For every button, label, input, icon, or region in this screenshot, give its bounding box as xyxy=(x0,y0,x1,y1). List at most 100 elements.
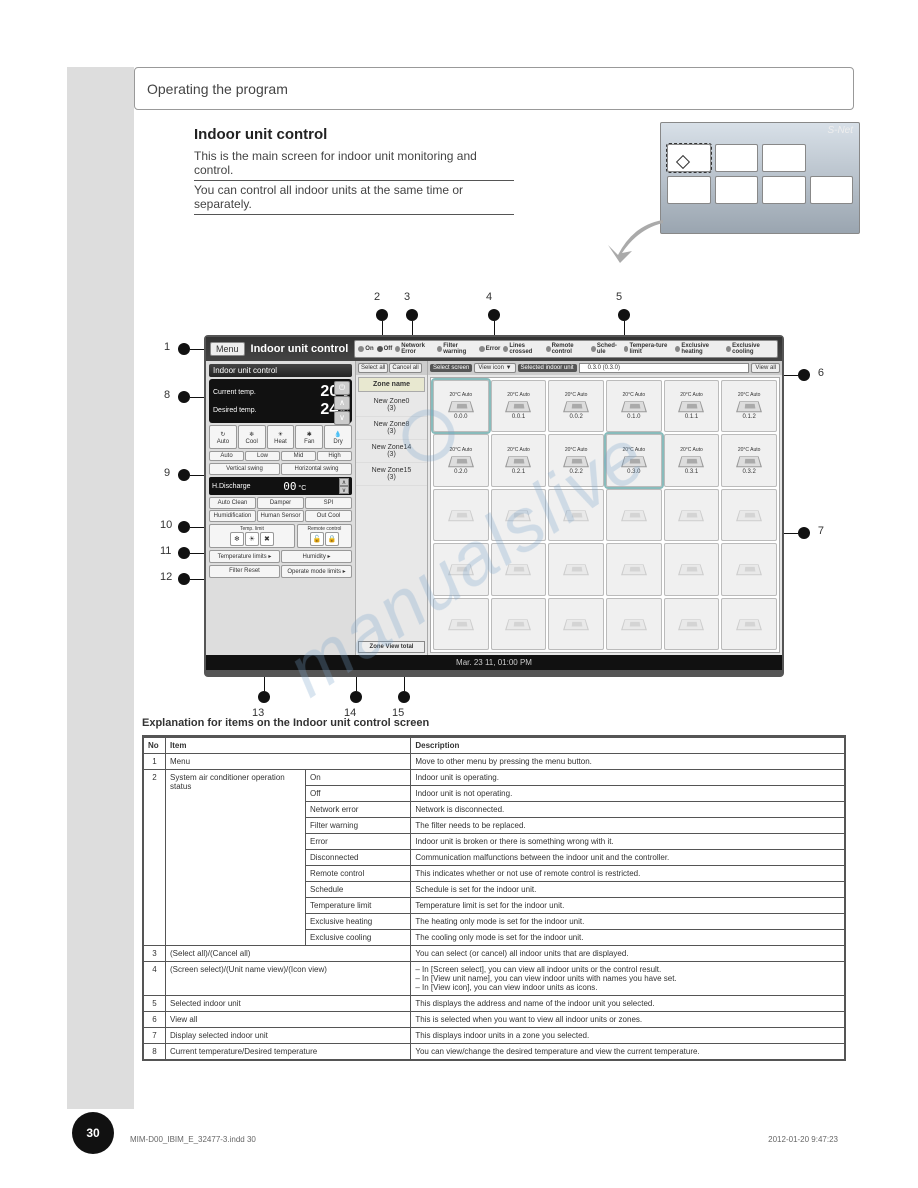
zone-item[interactable]: New Zone8(3) xyxy=(356,417,427,440)
callout-8: 8 xyxy=(164,389,170,401)
callout-7: 7 xyxy=(818,525,824,537)
indoor-unit-tile xyxy=(721,543,777,595)
menu-button[interactable]: Menu xyxy=(210,342,245,356)
temp-limit-icon[interactable]: ✖ xyxy=(260,532,274,546)
vertical-swing-button[interactable]: Vertical swing xyxy=(209,463,280,475)
filter-reset-button[interactable]: Filter Reset xyxy=(209,565,280,578)
fan-mid-button[interactable]: Mid xyxy=(281,451,316,461)
auto-clean-button[interactable]: Auto Clean xyxy=(209,497,256,509)
cancel-all-button[interactable]: Cancel all xyxy=(389,363,421,373)
indoor-unit-tile[interactable]: 20°C Auto0.1.0 xyxy=(606,380,662,432)
status-legend: On Off Network Error Filter warning Erro… xyxy=(354,340,778,358)
indoor-unit-tile[interactable]: 20°C Auto0.3.1 xyxy=(664,434,720,486)
temp-limit-icon[interactable]: ☀ xyxy=(245,532,259,546)
humidity-link[interactable]: Humidity ▸ xyxy=(281,550,352,563)
section-intro-2: You can control all indoor units at the … xyxy=(194,183,514,215)
hd-up-button[interactable]: ∧ xyxy=(339,478,349,486)
control-panel: Indoor unit control ⏻ ∧ ∨ Current temp.2… xyxy=(206,361,356,655)
mode-auto-button[interactable]: ↻Auto xyxy=(209,425,237,449)
mode-dry-button[interactable]: 💧Dry xyxy=(324,425,352,449)
ui-screenshot: Menu Indoor unit control On Off Network … xyxy=(204,335,784,677)
rc-disable-button[interactable]: 🔒 xyxy=(325,532,339,546)
indoor-unit-tile[interactable]: 20°C Auto0.1.1 xyxy=(664,380,720,432)
rc-enable-button[interactable]: 🔓 xyxy=(310,532,324,546)
damper-button[interactable]: Damper xyxy=(257,497,304,509)
power-button[interactable]: ⏻ xyxy=(334,381,350,395)
horizontal-swing-button[interactable]: Horizontal swing xyxy=(281,463,352,475)
view-mode-select[interactable]: View icon ▼ xyxy=(474,363,515,373)
callout-5: 5 xyxy=(616,291,622,303)
hd-down-button[interactable]: ∨ xyxy=(339,486,349,494)
indoor-unit-tile[interactable]: 20°C Auto0.2.0 xyxy=(433,434,489,486)
select-all-button[interactable]: Select all xyxy=(358,363,388,373)
callout-arrow-icon xyxy=(608,215,668,265)
home-screen-thumbnail: S-Net xyxy=(660,122,860,234)
indoor-unit-tile xyxy=(606,598,662,650)
temp-up-button[interactable]: ∧ xyxy=(334,396,350,410)
indoor-unit-tile[interactable]: 20°C Auto0.2.2 xyxy=(548,434,604,486)
indoor-unit-tile[interactable]: 20°C Auto0.1.2 xyxy=(721,380,777,432)
fan-low-button[interactable]: Low xyxy=(245,451,280,461)
temperature-limits-link[interactable]: Temperature limits ▸ xyxy=(209,550,280,563)
zone-item[interactable]: New Zone14(3) xyxy=(356,440,427,463)
callout-12: 12 xyxy=(160,571,172,583)
indoor-unit-tile xyxy=(721,489,777,541)
zone-item[interactable]: New Zone0(3) xyxy=(356,394,427,417)
indoor-unit-tile[interactable]: 20°C Auto0.2.1 xyxy=(491,434,547,486)
callout-15: 15 xyxy=(392,707,404,719)
explanation-section: Explanation for items on the Indoor unit… xyxy=(134,717,854,1061)
mode-fan-button[interactable]: ✱Fan xyxy=(295,425,323,449)
thumb-brand: S-Net xyxy=(661,123,859,138)
indoor-unit-tile xyxy=(491,489,547,541)
indoor-unit-tile[interactable]: 20°C Auto0.0.2 xyxy=(548,380,604,432)
temp-limit-icon[interactable]: ❄ xyxy=(230,532,244,546)
fan-auto-button[interactable]: Auto xyxy=(209,451,244,461)
thumb-icon xyxy=(762,144,806,172)
footer-right: 2012-01-20 9:47:23 xyxy=(768,1135,838,1144)
cursor-icon xyxy=(676,155,690,169)
zone-item[interactable]: New Zone15(3) xyxy=(356,463,427,486)
indoor-unit-tile xyxy=(606,543,662,595)
indoor-unit-tile xyxy=(433,489,489,541)
spi-button[interactable]: SPI xyxy=(305,497,352,509)
manual-page: Operating the program Indoor unit contro… xyxy=(0,0,918,1188)
callout-14: 14 xyxy=(344,707,356,719)
fan-speed-row: Auto Low Mid High xyxy=(209,451,352,461)
thumb-icon xyxy=(715,176,759,204)
human-sensor-button[interactable]: Human Sensor xyxy=(257,510,304,522)
mode-cool-button[interactable]: ❄Cool xyxy=(238,425,266,449)
indoor-unit-tile xyxy=(606,489,662,541)
thumb-icon xyxy=(810,176,854,204)
indoor-unit-tile xyxy=(664,489,720,541)
thumb-icon xyxy=(715,144,759,172)
zone-view-total-button[interactable]: Zone View total xyxy=(358,641,425,653)
heat-discharge-control: H.Discharge 00 °C ∧∨ xyxy=(209,477,352,495)
mode-heat-button[interactable]: ☀Heat xyxy=(267,425,295,449)
explain-intro: Explanation for items on the Indoor unit… xyxy=(142,717,846,729)
operate-mode-limits-link[interactable]: Operate mode limits ▸ xyxy=(281,565,352,578)
indoor-unit-tile[interactable]: 20°C Auto0.3.0 xyxy=(606,434,662,486)
indoor-unit-tile[interactable]: 20°C Auto0.0.0 xyxy=(433,380,489,432)
thumb-indoor-unit-icon xyxy=(667,144,711,172)
callout-11: 11 xyxy=(160,545,171,557)
callout-1: 1 xyxy=(164,341,170,353)
option-grid: Auto Clean Damper SPI Humidification Hum… xyxy=(209,497,352,522)
window-top-bar: Menu Indoor unit control On Off Network … xyxy=(206,337,782,361)
page-number: 30 xyxy=(72,1112,114,1154)
thumb-icon xyxy=(667,176,711,204)
humidification-button[interactable]: Humidification xyxy=(209,510,256,522)
panel-header: Indoor unit control xyxy=(209,364,352,377)
callout-9: 9 xyxy=(164,467,170,479)
indoor-unit-tile[interactable]: 20°C Auto0.3.2 xyxy=(721,434,777,486)
indoor-unit-tile[interactable]: 20°C Auto0.0.1 xyxy=(491,380,547,432)
status-bar-datetime: Mar. 23 11, 01:00 PM xyxy=(206,655,782,670)
thumb-icon xyxy=(762,176,806,204)
footer-left: MIM-D00_IBIM_E_32477-3.indd 30 xyxy=(130,1135,256,1144)
remote-control-group: Remote control 🔓🔒 xyxy=(297,524,352,548)
view-all-button[interactable]: View all xyxy=(751,363,780,373)
fan-high-button[interactable]: High xyxy=(317,451,352,461)
zone-name-header: Zone name xyxy=(358,377,425,392)
out-cool-button[interactable]: Out Cool xyxy=(305,510,352,522)
indoor-unit-tile xyxy=(491,543,547,595)
temp-down-button[interactable]: ∨ xyxy=(334,411,350,425)
